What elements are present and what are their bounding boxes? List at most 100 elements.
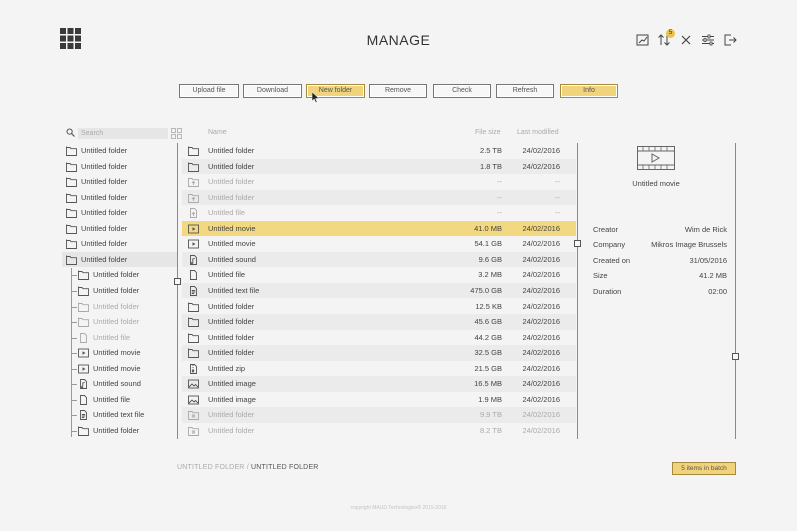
file-name: Untitled folder <box>208 317 255 327</box>
detail-value-creator: Wim de Rick <box>684 225 727 234</box>
file-name: Untitled folder <box>208 332 255 342</box>
table-row[interactable]: Untitled movie 54.1 GB 24/02/2016 <box>182 236 576 252</box>
tree-item[interactable]: Untitled folder <box>62 205 177 221</box>
tree-item[interactable]: Untitled folder <box>62 299 177 315</box>
file-date: -- <box>555 192 560 202</box>
table-row[interactable]: Untitled folder 32.5 GB 24/02/2016 <box>182 345 576 361</box>
tree-item[interactable]: Untitled file <box>62 330 177 346</box>
check-button[interactable]: Check <box>433 84 491 98</box>
tree-item[interactable]: Untitled folder <box>62 159 177 175</box>
tree-item-label: Untitled folder <box>81 146 128 155</box>
file-date: 24/02/2016 <box>522 317 560 327</box>
file-size: 12.5 KB <box>475 301 502 311</box>
column-header-modified[interactable]: Last modified <box>517 129 559 136</box>
table-row[interactable]: Untitled folder 12.5 KB 24/02/2016 <box>182 299 576 315</box>
tree-item[interactable]: Untitled movie <box>62 361 177 377</box>
batch-button[interactable]: 5 items in batch <box>672 462 736 475</box>
column-header-name[interactable]: Name <box>208 129 227 136</box>
refresh-button[interactable]: Refresh <box>496 84 554 98</box>
tree-item[interactable]: Untitled folder <box>62 174 177 190</box>
tree-item-label: Untitled file <box>93 394 131 404</box>
breadcrumb-parent[interactable]: UNTITLED FOLDER <box>177 464 245 471</box>
tree-item[interactable]: Untitled text file <box>62 407 177 423</box>
tree-item[interactable]: Untitled folder <box>62 190 177 206</box>
file-date: 24/02/2016 <box>522 379 560 389</box>
page-title: MANAGE <box>366 32 431 48</box>
table-row[interactable]: Untitled sound 9.6 GB 24/02/2016 <box>182 251 576 268</box>
tree-item-label: Untitled folder <box>81 223 128 233</box>
breadcrumb: UNTITLED FOLDER / UNTITLED FOLDER <box>177 464 319 471</box>
folder-icon <box>66 146 77 156</box>
folder-icon <box>66 177 77 188</box>
tree-item-label: Untitled movie <box>93 363 141 373</box>
chart-icon[interactable] <box>636 33 650 47</box>
table-row[interactable]: Untitled folder 8.2 TB 24/02/2016 <box>182 423 576 439</box>
grid-view-icon[interactable] <box>171 128 182 139</box>
close-icon[interactable] <box>679 33 693 47</box>
folder-up-icon <box>188 177 199 188</box>
tree-item[interactable]: Untitled folder <box>62 283 177 299</box>
table-row[interactable]: Untitled file 3.2 MB 24/02/2016 <box>182 267 576 283</box>
file-name: Untitled folder <box>208 301 255 311</box>
tree-item-label: Untitled sound <box>93 379 141 389</box>
tree-item[interactable]: Untitled folder <box>62 221 177 237</box>
tree-item[interactable]: Untitled folder <box>62 251 177 268</box>
file-name: Untitled folder <box>208 161 255 171</box>
table-row[interactable]: Untitled text file 475.0 GB 24/02/2016 <box>182 282 576 299</box>
table-row[interactable]: Untitled folder 45.6 GB 24/02/2016 <box>182 314 576 330</box>
download-button[interactable]: Download <box>243 84 302 98</box>
tree-scroll-handle[interactable] <box>174 278 181 285</box>
file-size: 9.6 GB <box>478 254 502 264</box>
tree-item[interactable]: Untitled folder <box>62 236 177 252</box>
tree-item[interactable]: Untitled folder <box>62 143 177 159</box>
table-row[interactable]: Untitled image 16.5 MB 24/02/2016 <box>182 376 576 392</box>
file-name: Untitled folder <box>208 146 255 155</box>
column-header-size[interactable]: File size <box>475 129 501 136</box>
tree-item[interactable]: Untitled folder <box>62 423 177 439</box>
file-name: Untitled folder <box>208 192 255 202</box>
table-row[interactable]: Untitled folder 9.9 TB 24/02/2016 <box>182 407 576 423</box>
file-name: Untitled folder <box>208 348 255 358</box>
logout-icon[interactable] <box>723 33 737 47</box>
folder-x-icon <box>188 426 199 436</box>
folder-icon <box>188 302 199 312</box>
search-icon[interactable] <box>66 128 75 137</box>
list-scrollbar[interactable] <box>577 143 578 439</box>
transfer-count-badge: 5 <box>666 29 675 38</box>
detail-value-size: 41.2 MB <box>699 271 727 280</box>
folder-icon <box>188 317 199 327</box>
tree-item[interactable]: Untitled file <box>62 392 177 408</box>
tree-connector <box>71 268 72 437</box>
details-scroll-handle[interactable] <box>732 353 739 360</box>
tree-item[interactable]: Untitled folder <box>62 314 177 330</box>
remove-button[interactable]: Remove <box>369 84 427 98</box>
tree-scrollbar[interactable] <box>177 143 178 439</box>
details-scrollbar[interactable] <box>735 143 736 439</box>
file-date: 24/02/2016 <box>522 394 560 404</box>
file-date: -- <box>555 177 560 187</box>
file-date: 24/02/2016 <box>522 239 560 249</box>
table-row[interactable]: Untitled image 1.9 MB 24/02/2016 <box>182 392 576 408</box>
file-date: 24/02/2016 <box>522 348 560 358</box>
table-row[interactable]: Untitled movie 41.0 MB 24/02/2016 <box>182 220 576 237</box>
table-row[interactable]: Untitled file -- -- <box>182 205 576 221</box>
tree-item[interactable]: Untitled folder <box>62 267 177 283</box>
table-row[interactable]: Untitled folder 44.2 GB 24/02/2016 <box>182 330 576 346</box>
table-row[interactable]: Untitled zip 21.5 GB 24/02/2016 <box>182 361 576 377</box>
table-row[interactable]: Untitled folder -- -- <box>182 174 576 190</box>
file-size: -- <box>497 192 502 202</box>
info-button[interactable]: Info <box>560 84 618 98</box>
detail-value-created: 31/05/2016 <box>689 256 727 265</box>
table-row[interactable]: Untitled folder 2.5 TB 24/02/2016 <box>182 143 576 159</box>
tree-item[interactable]: Untitled movie <box>62 345 177 361</box>
table-row[interactable]: Untitled folder -- -- <box>182 189 576 206</box>
file-size: 8.2 TB <box>480 425 502 435</box>
search-input[interactable]: Search <box>78 128 168 139</box>
file-size: 475.0 GB <box>470 285 502 295</box>
list-scroll-handle[interactable] <box>574 240 581 247</box>
table-row[interactable]: Untitled folder 1.8 TB 24/02/2016 <box>182 158 576 175</box>
sliders-icon[interactable] <box>701 33 715 47</box>
tree-item[interactable]: Untitled sound <box>62 376 177 392</box>
image-icon <box>188 395 199 405</box>
upload-file-button[interactable]: Upload file <box>179 84 239 98</box>
